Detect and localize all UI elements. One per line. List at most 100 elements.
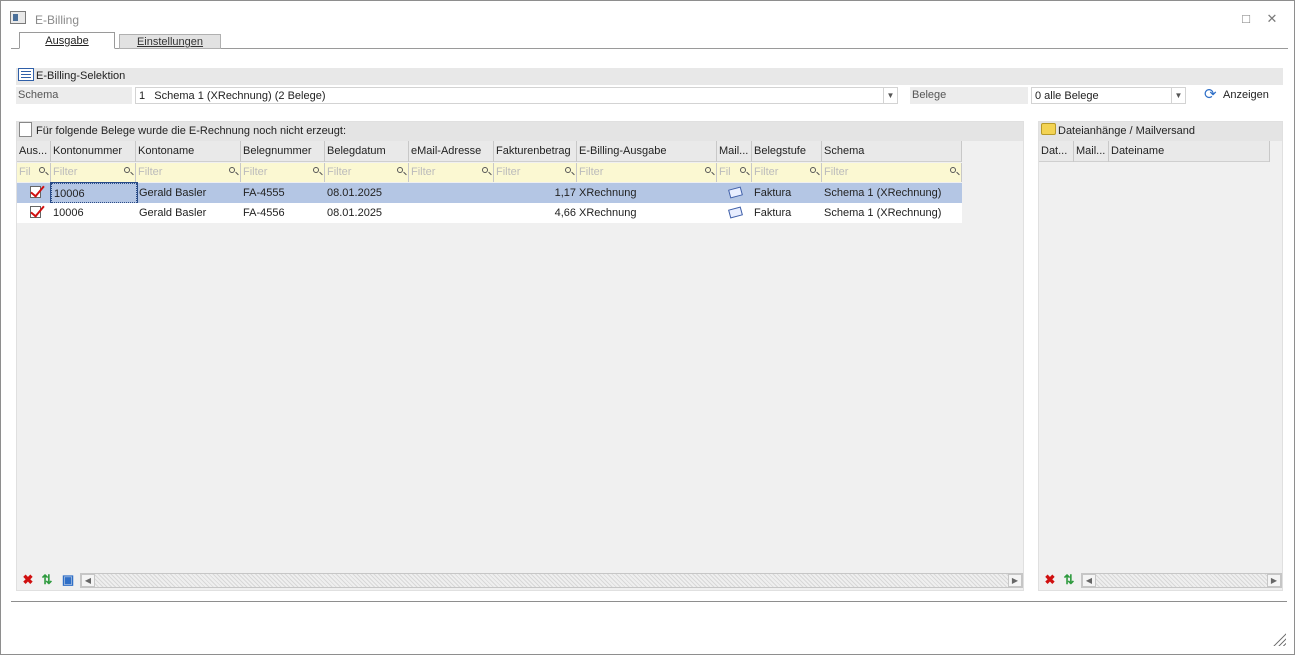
belegstufe-cell[interactable]: Faktura <box>752 183 822 203</box>
resize-grip-icon[interactable] <box>1272 632 1286 646</box>
column-header[interactable]: Belegstufe <box>752 141 822 162</box>
belege-select[interactable]: 0 alle Belege ▼ <box>1031 87 1186 104</box>
filter-input[interactable]: Filter <box>51 163 136 182</box>
filter-input[interactable]: Filter <box>752 163 822 182</box>
filter-placeholder: Filter <box>243 166 268 178</box>
belegstufe-cell[interactable]: Faktura <box>752 203 822 223</box>
tab-bar: Ausgabe Einstellungen <box>11 32 1288 49</box>
filter-input[interactable]: Filter <box>494 163 577 182</box>
belegnummer-cell[interactable]: FA-4556 <box>241 203 325 223</box>
sort-icon[interactable]: ⇅ <box>39 572 55 588</box>
document-icon <box>19 122 32 137</box>
attachments-toolbar: ✖ ⇅ ◀ ▶ <box>1039 571 1282 590</box>
scroll-right-icon[interactable]: ▶ <box>1008 574 1022 587</box>
kontoname-cell[interactable]: Gerald Basler <box>137 203 241 223</box>
filter-placeholder: Filter <box>496 166 521 178</box>
selection-row: Schema 1 Schema 1 (XRechnung) (2 Belege)… <box>16 87 1283 104</box>
filter-row: Fil Filter Filter Filter Filter Filter F… <box>17 162 962 183</box>
belege-label: Belege <box>910 87 1028 104</box>
schema-cell[interactable]: Schema 1 (XRechnung) <box>822 183 962 203</box>
search-icon <box>482 167 488 173</box>
kontoname-cell[interactable]: Gerald Basler <box>137 183 241 203</box>
maximize-button[interactable]: □ <box>1238 11 1254 27</box>
column-header[interactable]: Dat... <box>1039 141 1074 162</box>
column-header[interactable]: eMail-Adresse <box>409 141 494 162</box>
tab-ausgabe[interactable]: Ausgabe <box>19 32 115 49</box>
email-cell[interactable] <box>409 183 494 203</box>
tab-einstellungen[interactable]: Einstellungen <box>119 34 221 49</box>
belege-toolbar: ✖ ⇅ ▣ ◀ ▶ <box>17 571 1023 590</box>
search-icon <box>229 167 235 173</box>
search-icon <box>313 167 319 173</box>
filter-input[interactable]: Filter <box>822 163 962 182</box>
grid-body: 10006 Gerald Basler FA-4555 08.01.2025 1… <box>17 182 962 571</box>
belegdatum-cell[interactable]: 08.01.2025 <box>325 183 409 203</box>
window-title: E-Billing <box>35 13 80 27</box>
belege-panel-title: Für folgende Belege wurde die E-Rechnung… <box>36 125 347 137</box>
column-header[interactable]: Mail... <box>717 141 752 162</box>
table-row[interactable]: 10006 Gerald Basler FA-4555 08.01.2025 1… <box>17 182 962 204</box>
email-cell[interactable] <box>409 203 494 223</box>
mail-icon <box>728 206 743 219</box>
column-header[interactable]: Aus... <box>17 141 51 162</box>
close-button[interactable]: ✕ <box>1264 11 1280 27</box>
database-icon[interactable]: ▣ <box>60 572 76 588</box>
column-header[interactable]: E-Billing-Ausgabe <box>577 141 717 162</box>
filter-placeholder: Filter <box>327 166 352 178</box>
column-header[interactable]: Fakturenbetrag <box>494 141 577 162</box>
schema-select[interactable]: 1 Schema 1 (XRechnung) (2 Belege) ▼ <box>135 87 898 104</box>
filter-placeholder: Filter <box>754 166 779 178</box>
checkbox-cell[interactable] <box>17 203 51 223</box>
schema-cell[interactable]: Schema 1 (XRechnung) <box>822 203 962 223</box>
scroll-right-icon[interactable]: ▶ <box>1267 574 1281 587</box>
table-row[interactable]: 10006 Gerald Basler FA-4556 08.01.2025 4… <box>17 203 962 223</box>
filter-placeholder: Fil <box>719 166 731 178</box>
column-header[interactable]: Belegnummer <box>241 141 325 162</box>
horizontal-scrollbar[interactable]: ◀ ▶ <box>1081 573 1282 588</box>
filter-input[interactable]: Filter <box>325 163 409 182</box>
column-header[interactable]: Belegdatum <box>325 141 409 162</box>
column-header[interactable]: Kontoname <box>136 141 241 162</box>
e-billing-window: E-Billing □ ✕ Ausgabe Einstellungen E-Bi… <box>0 0 1295 655</box>
column-header[interactable]: Schema <box>822 141 962 162</box>
betrag-cell[interactable]: 1,17 <box>494 183 577 203</box>
chevron-down-icon[interactable]: ▼ <box>1171 88 1185 103</box>
filter-input[interactable]: Filter <box>577 163 717 182</box>
scroll-left-icon[interactable]: ◀ <box>1082 574 1096 587</box>
schema-value: 1 Schema 1 (XRechnung) (2 Belege) <box>139 90 326 102</box>
filter-input[interactable]: Filter <box>409 163 494 182</box>
ausgabe-cell[interactable]: XRechnung <box>577 183 717 203</box>
scroll-left-icon[interactable]: ◀ <box>81 574 95 587</box>
filter-input[interactable]: Filter <box>241 163 325 182</box>
refresh-icon: ⟳ <box>1204 86 1217 103</box>
kontonummer-cell[interactable]: 10006 <box>50 182 138 204</box>
filter-placeholder: Filter <box>53 166 78 178</box>
mail-cell[interactable] <box>717 183 752 203</box>
search-icon <box>950 167 956 173</box>
filter-placeholder: Filter <box>138 166 163 178</box>
mail-cell[interactable] <box>717 203 752 223</box>
sort-icon[interactable]: ⇅ <box>1061 572 1077 588</box>
belegdatum-cell[interactable]: 08.01.2025 <box>325 203 409 223</box>
filter-input[interactable]: Fil <box>17 163 51 182</box>
kontonummer-cell[interactable]: 10006 <box>51 203 137 223</box>
list-icon <box>18 68 34 81</box>
checkbox-checked-icon[interactable] <box>30 186 41 198</box>
checkbox-checked-icon[interactable] <box>30 206 41 218</box>
delete-icon[interactable]: ✖ <box>20 572 36 588</box>
column-header[interactable]: Mail... <box>1074 141 1109 162</box>
column-header[interactable]: Kontonummer <box>51 141 136 162</box>
app-icon <box>10 11 26 24</box>
search-icon <box>565 167 571 173</box>
belegnummer-cell[interactable]: FA-4555 <box>241 183 325 203</box>
betrag-cell[interactable]: 4,66 <box>494 203 577 223</box>
column-header[interactable]: Dateiname <box>1109 141 1270 162</box>
filter-input[interactable]: Filter <box>136 163 241 182</box>
chevron-down-icon[interactable]: ▼ <box>883 88 897 103</box>
horizontal-scrollbar[interactable]: ◀ ▶ <box>80 573 1023 588</box>
checkbox-cell[interactable] <box>17 183 51 203</box>
filter-placeholder: Filter <box>411 166 436 178</box>
delete-icon[interactable]: ✖ <box>1042 572 1058 588</box>
filter-input[interactable]: Fil <box>717 163 752 182</box>
ausgabe-cell[interactable]: XRechnung <box>577 203 717 223</box>
